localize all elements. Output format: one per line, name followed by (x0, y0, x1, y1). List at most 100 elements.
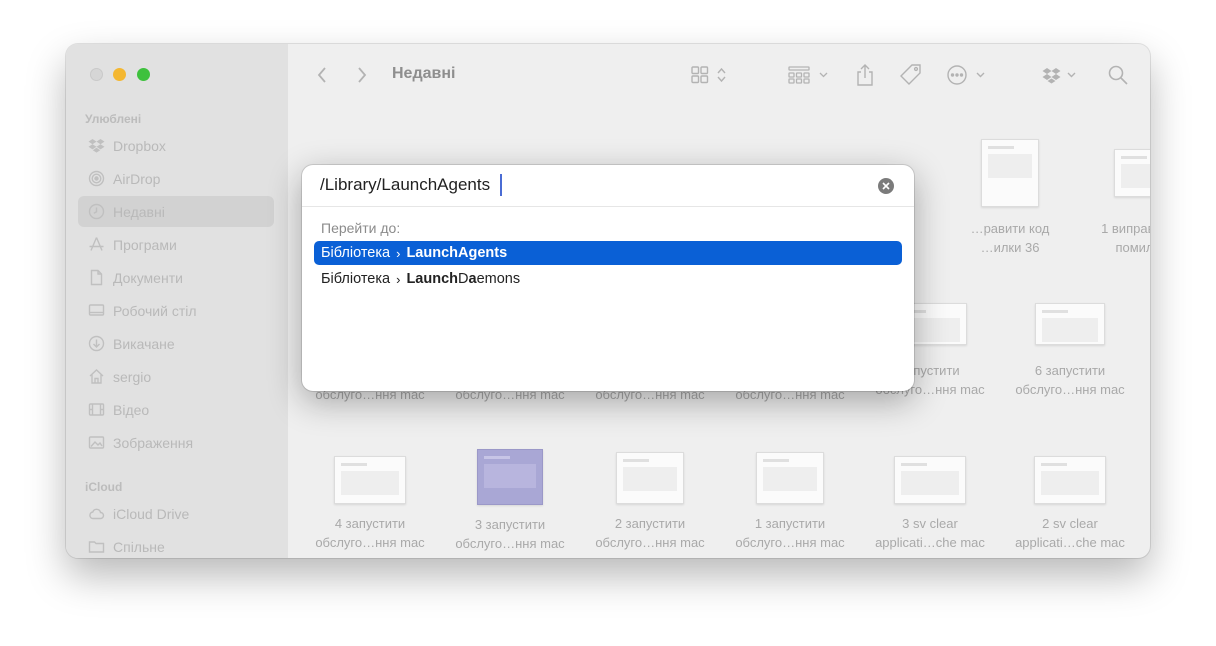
file-thumbnail (1035, 303, 1105, 345)
search-button[interactable] (1106, 62, 1130, 88)
sidebar-item-desktop[interactable]: Робочий стіл (78, 295, 274, 326)
clear-input-button[interactable] (878, 178, 894, 194)
file-name: 4 запустити обслуго…ння mac (315, 516, 425, 550)
view-mode-button[interactable] (690, 62, 732, 88)
share-button[interactable] (854, 62, 876, 88)
toolbar: Недавні (288, 44, 1150, 106)
dropbox-menu-button[interactable] (1042, 62, 1082, 88)
file-thumbnail (1114, 149, 1150, 197)
file-name: 1 виправити кодпомилки 36 (1101, 221, 1150, 255)
chevron-right-icon: › (396, 245, 401, 261)
download-icon (88, 335, 105, 352)
file-item[interactable]: 3 sv clear applicati…che mac (860, 456, 1000, 552)
shared-folder-icon (88, 538, 105, 555)
sidebar-item-label: Спільне (113, 538, 165, 555)
file-thumbnail (477, 449, 543, 505)
text-caret (500, 174, 502, 196)
path-input[interactable]: /Library/LaunchAgents (302, 165, 914, 207)
tag-button[interactable] (898, 62, 924, 88)
window-title: Недавні (392, 65, 456, 82)
file-name: 6 запустити обслуго…ння mac (1015, 363, 1125, 397)
goto-section-label: Перейти до: (321, 220, 401, 236)
sidebar-item-label: Dropbox (113, 137, 166, 154)
file-item[interactable]: 2 sv clear applicati…che mac (1000, 456, 1140, 552)
sidebar-item-shared[interactable]: Спільне (78, 531, 274, 558)
sidebar-section-favorites: Улюблені (85, 112, 142, 126)
cloud-icon (88, 505, 105, 522)
file-item[interactable]: 1 виправити кодпомилки 36 (1080, 149, 1150, 257)
sidebar-section-icloud: iCloud (85, 480, 123, 494)
file-thumbnail (616, 452, 684, 504)
applications-icon (88, 236, 105, 253)
file-item[interactable]: …равити код …илки 36 (940, 139, 1080, 257)
forward-button[interactable] (352, 62, 372, 88)
suggestion-match: Launch (406, 271, 458, 287)
chevron-right-icon: › (396, 271, 401, 287)
file-thumbnail (894, 456, 966, 504)
tag-icon (900, 64, 921, 85)
path-input-value: /Library/LaunchAgents (320, 175, 491, 194)
sidebar-item-label: Викачане (113, 335, 175, 352)
sidebar-item-label: Недавні (113, 203, 165, 220)
sidebar-item-movies[interactable]: Відео (78, 394, 274, 425)
film-icon (88, 401, 105, 418)
document-icon (88, 269, 105, 286)
sidebar-item-home[interactable]: sergio (78, 361, 274, 392)
sidebar-item-label: sergio (113, 368, 152, 385)
file-thumbnail (756, 452, 824, 504)
sidebar-item-label: Робочий стіл (113, 302, 197, 319)
group-by-button[interactable] (788, 62, 832, 88)
file-name: …равити код …илки 36 (970, 221, 1050, 255)
photo-icon (88, 434, 105, 451)
ellipsis-circle-icon (947, 65, 985, 85)
dropbox-icon (1042, 68, 1076, 84)
file-item[interactable]: 4 запустити обслуго…ння mac (300, 456, 440, 552)
sidebar-item-dropbox[interactable]: Dropbox (78, 130, 274, 161)
share-icon (857, 64, 873, 86)
dropbox-icon (88, 137, 105, 154)
sidebar: Улюблені Dropbox AirDrop Недавні Програм… (66, 44, 288, 558)
go-to-folder-dialog: /Library/LaunchAgents Перейти до: Бібліо… (302, 165, 914, 391)
suggestion-match: a (468, 271, 477, 287)
home-icon (88, 368, 105, 385)
chevron-left-icon (317, 67, 326, 83)
suggestion-text: emons (476, 271, 521, 287)
suggestion-parent: Бібліотека (321, 271, 391, 287)
sidebar-item-recents[interactable]: Недавні (78, 196, 274, 227)
file-name: 2 запустити обслуго…ння mac (595, 516, 705, 550)
sidebar-item-airdrop[interactable]: AirDrop (78, 163, 274, 194)
chevron-right-icon (358, 67, 367, 83)
close-icon (882, 182, 890, 190)
file-thumbnail (1034, 456, 1106, 504)
airdrop-icon (88, 170, 105, 187)
back-button[interactable] (312, 62, 332, 88)
suggestion-parent: Бібліотека (321, 245, 391, 261)
sidebar-item-applications[interactable]: Програми (78, 229, 274, 260)
suggestion-match: LaunchAgents (406, 245, 508, 261)
file-item[interactable]: 1 запустити обслуго…ння mac (720, 452, 860, 552)
suggestion-launchagents[interactable]: Бібліотека › LaunchAgents (314, 241, 902, 265)
sidebar-item-label: Програми (113, 236, 177, 253)
sidebar-item-label: Зображення (113, 434, 194, 451)
minimize-window-button[interactable] (113, 68, 126, 81)
sidebar-item-label: Документи (113, 269, 183, 286)
more-actions-button[interactable] (946, 62, 990, 88)
search-icon (1108, 65, 1128, 85)
sidebar-item-pictures[interactable]: Зображення (78, 427, 274, 458)
file-thumbnail (334, 456, 406, 504)
maximize-window-button[interactable] (137, 68, 150, 81)
sidebar-item-label: Відео (113, 401, 150, 418)
file-item[interactable]: 2 запустити обслуго…ння mac (580, 452, 720, 552)
file-name: 3 sv clear applicati…che mac (875, 516, 985, 550)
group-icon (788, 66, 828, 84)
sidebar-item-downloads[interactable]: Викачане (78, 328, 274, 359)
file-name: 3 запустити обслуго…ння mac (455, 517, 565, 551)
close-window-button[interactable] (90, 68, 103, 81)
file-item[interactable]: 3 запустити обслуго…ння mac (440, 449, 580, 553)
file-item[interactable]: 6 запустити обслуго…ння mac (1000, 303, 1140, 399)
sidebar-item-icloud-drive[interactable]: iCloud Drive (78, 498, 274, 529)
file-name: 1 запустити обслуго…ння mac (735, 516, 845, 550)
sidebar-item-label: iCloud Drive (113, 505, 190, 522)
suggestion-launchdaemons[interactable]: Бібліотека › Launch Da emons (314, 267, 902, 291)
sidebar-item-documents[interactable]: Документи (78, 262, 274, 293)
